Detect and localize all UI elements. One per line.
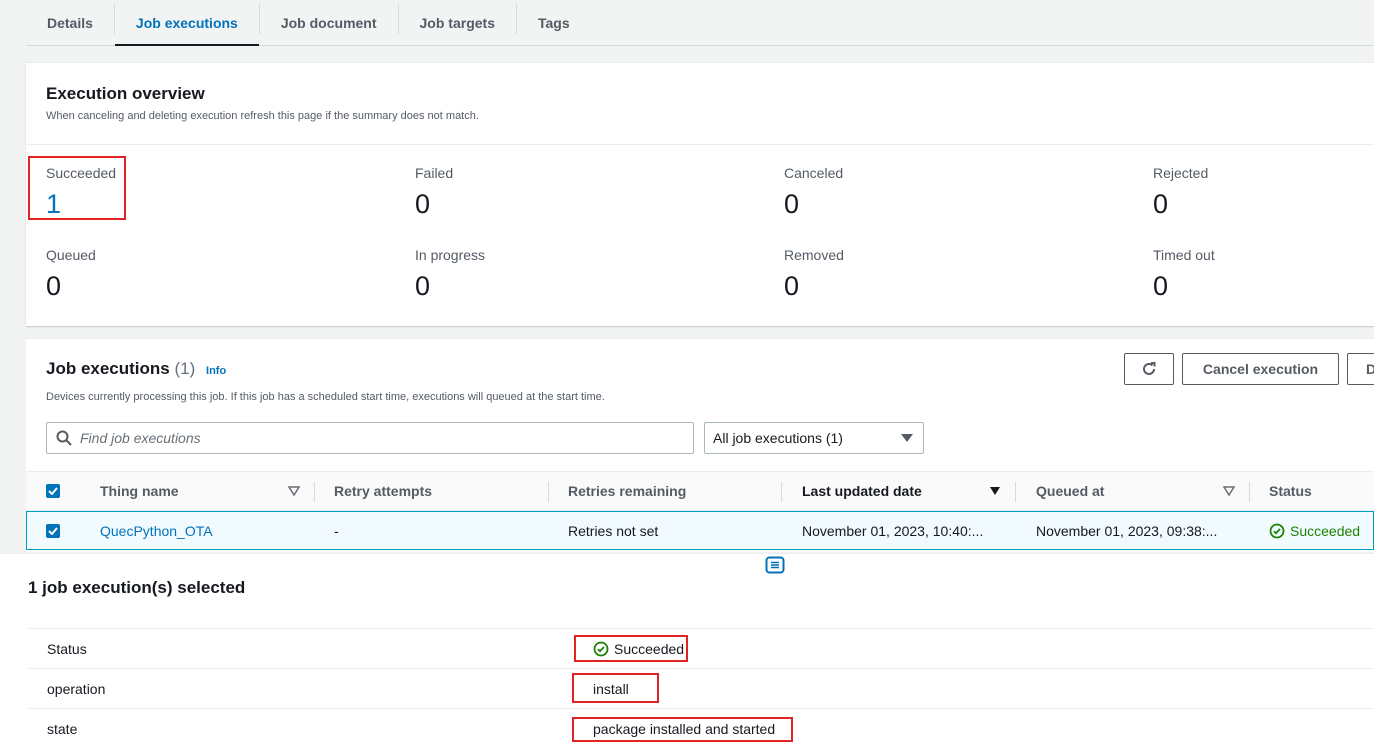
metric-value: 0	[415, 271, 431, 301]
highlight-box	[572, 717, 793, 742]
tab-job-targets[interactable]: Job targets	[399, 0, 516, 45]
row-checkbox[interactable]	[46, 512, 60, 549]
metric-label: Queued	[46, 247, 96, 263]
overview-description: When canceling and deleting execution re…	[46, 110, 479, 122]
select-all-checkbox[interactable]	[46, 472, 60, 510]
table-header: Thing name Retry attempts Retries remain…	[26, 471, 1374, 511]
metric-rejected: Rejected 0	[1153, 165, 1374, 220]
checkbox-checked-icon	[46, 523, 60, 538]
tab-tags[interactable]: Tags	[517, 0, 591, 45]
select-value: All job executions (1)	[713, 430, 843, 446]
last-updated-cell: November 01, 2023, 10:40:...	[802, 522, 984, 539]
column-divider	[1015, 482, 1016, 502]
column-divider	[1249, 482, 1250, 502]
metric-failed: Failed 0	[415, 165, 715, 220]
metric-value: 0	[1153, 271, 1169, 301]
column-retries-remaining[interactable]: Retries remaining	[568, 472, 686, 510]
tab-label: Job document	[280, 14, 377, 31]
queued-at-cell: November 01, 2023, 09:38:...	[1036, 522, 1218, 539]
highlight-box	[572, 673, 659, 703]
execution-overview-panel: Execution overview When canceling and de…	[26, 62, 1374, 326]
drag-handle-icon	[765, 556, 785, 574]
sort-icon[interactable]	[288, 472, 300, 510]
sort-descending-icon[interactable]	[989, 472, 1001, 510]
tab-label: Job executions	[135, 14, 238, 31]
metric-timed-out: Timed out 0	[1153, 247, 1374, 302]
delete-execution-button[interactable]: D	[1347, 353, 1374, 385]
column-retry-attempts[interactable]: Retry attempts	[334, 472, 432, 510]
column-queued-at[interactable]: Queued at	[1036, 472, 1104, 510]
column-divider	[548, 482, 549, 502]
status-cell: Succeeded	[1269, 512, 1360, 549]
detail-row-operation: operation install	[28, 668, 1374, 708]
metric-value: 0	[1153, 189, 1169, 219]
metric-label: Timed out	[1153, 247, 1215, 263]
metric-label: Canceled	[784, 165, 844, 181]
job-executions-panel: Job executions (1) Info Devices currentl…	[26, 338, 1374, 552]
retry-attempts-cell: -	[334, 522, 339, 539]
success-check-icon	[1269, 523, 1285, 538]
detail-key: state	[47, 721, 78, 737]
column-last-updated-date[interactable]: Last updated date	[802, 472, 922, 510]
metric-in-progress: In progress 0	[415, 247, 715, 302]
selection-title: 1 job execution(s) selected	[28, 578, 246, 597]
metric-label: Failed	[415, 165, 454, 181]
column-divider	[314, 482, 315, 502]
overview-header: Execution overview When canceling and de…	[26, 63, 1374, 145]
metric-value: 0	[784, 271, 800, 301]
tab-job-executions[interactable]: Job executions	[114, 0, 259, 46]
search-box	[46, 422, 694, 454]
search-icon	[56, 430, 72, 446]
cancel-execution-button[interactable]: Cancel execution	[1182, 353, 1339, 385]
search-input[interactable]	[80, 430, 660, 446]
tab-label: Job targets	[419, 14, 495, 31]
metric-label: Removed	[784, 247, 844, 263]
metric-removed: Removed 0	[784, 247, 1084, 302]
tab-job-document[interactable]: Job document	[260, 0, 398, 45]
thing-name-link[interactable]: QuecPython_OTA	[100, 512, 213, 549]
detail-key: operation	[47, 681, 106, 697]
tab-details[interactable]: Details	[26, 0, 114, 45]
sort-icon[interactable]	[1223, 472, 1235, 510]
column-status[interactable]: Status	[1269, 472, 1312, 510]
job-detail-tabs: Details Job executions Job document Job …	[26, 0, 1374, 46]
refresh-icon	[1143, 362, 1156, 375]
detail-row-status: Status Succeeded	[28, 628, 1374, 668]
retries-remaining-cell: Retries not set	[568, 522, 659, 539]
metric-value: 0	[415, 189, 431, 219]
metric-value: 0	[46, 271, 62, 301]
jobs-title: Job executions	[46, 359, 170, 378]
overview-title: Execution overview	[46, 84, 205, 103]
split-panel-resize-handle[interactable]	[765, 556, 785, 574]
checkbox-checked-icon	[46, 484, 60, 498]
metric-value: 0	[784, 189, 800, 219]
refresh-button[interactable]	[1124, 353, 1174, 385]
status-text: Succeeded	[1290, 522, 1361, 539]
caret-down-icon	[901, 434, 913, 442]
table-row[interactable]: QuecPython_OTA - Retries not set Novembe…	[26, 511, 1374, 550]
metric-label: In progress	[415, 247, 486, 263]
metric-queued: Queued 0	[46, 247, 346, 302]
jobs-description: Devices currently processing this job. I…	[46, 391, 605, 403]
highlight-box	[28, 156, 126, 220]
tab-label: Tags	[537, 14, 570, 31]
metric-label: Rejected	[1153, 165, 1209, 181]
info-link[interactable]: Info	[206, 365, 226, 377]
metric-canceled: Canceled 0	[784, 165, 1084, 220]
column-divider	[781, 482, 782, 502]
detail-key: Status	[47, 641, 87, 657]
column-thing-name[interactable]: Thing name	[100, 472, 179, 510]
jobs-header: Job executions (1) Info	[46, 359, 226, 379]
highlight-box	[574, 635, 688, 662]
jobs-count: (1)	[174, 359, 196, 378]
tab-label: Details	[47, 14, 93, 31]
execution-filter-select[interactable]: All job executions (1)	[704, 422, 924, 454]
